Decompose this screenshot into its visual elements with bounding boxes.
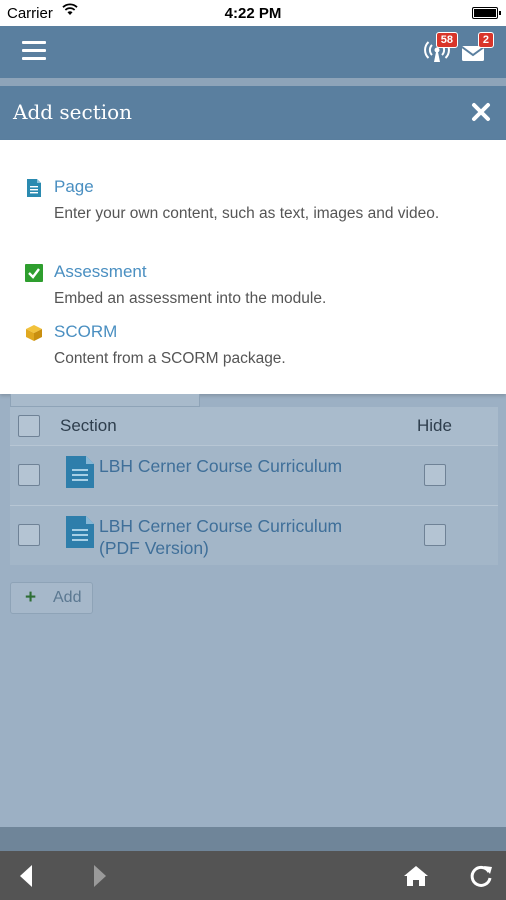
add-button-label: Add bbox=[53, 589, 82, 606]
plus-icon: + bbox=[25, 587, 37, 608]
option-page-description: Enter your own content, such as text, im… bbox=[54, 205, 440, 222]
forward-arrow-icon[interactable] bbox=[84, 861, 114, 891]
sections-table: Section Hide LBH Cerner Course Curriculu… bbox=[10, 407, 498, 565]
row-hide-checkbox[interactable] bbox=[424, 524, 446, 546]
row-hide-checkbox[interactable] bbox=[424, 464, 446, 486]
table-header: Section Hide bbox=[10, 407, 498, 445]
home-icon[interactable] bbox=[401, 861, 431, 891]
table-row: LBH Cerner Course Curriculum bbox=[10, 445, 498, 505]
add-section-button[interactable]: + Add bbox=[10, 582, 93, 614]
notifications-button[interactable]: 58 bbox=[424, 32, 458, 66]
battery-icon bbox=[472, 7, 501, 19]
option-scorm-title[interactable]: SCORM bbox=[54, 322, 117, 342]
add-section-modal: Page Enter your own content, such as tex… bbox=[0, 140, 506, 394]
document-icon bbox=[66, 516, 94, 548]
option-assessment-title[interactable]: Assessment bbox=[54, 262, 147, 282]
document-icon bbox=[66, 456, 94, 488]
option-assessment-description: Embed an assessment into the module. bbox=[54, 290, 327, 307]
row-section-title[interactable]: LBH Cerner Course Curriculum (PDF Versio… bbox=[99, 515, 359, 559]
option-scorm-description: Content from a SCORM package. bbox=[54, 350, 286, 367]
column-header-section: Section bbox=[60, 416, 117, 435]
back-arrow-icon[interactable] bbox=[12, 861, 42, 891]
table-row: LBH Cerner Course Curriculum (PDF Versio… bbox=[10, 505, 498, 565]
row-section-title[interactable]: LBH Cerner Course Curriculum bbox=[99, 455, 359, 477]
package-icon bbox=[26, 325, 42, 341]
page-icon bbox=[27, 179, 41, 197]
footer-strip bbox=[0, 827, 506, 851]
modal-header: Add section bbox=[0, 86, 506, 140]
app-header: 58 2 bbox=[0, 26, 506, 78]
status-bar: Carrier 4:22 PM bbox=[0, 0, 506, 26]
header-divider bbox=[0, 78, 506, 86]
section-toolbar bbox=[10, 394, 200, 407]
row-select-checkbox[interactable] bbox=[18, 464, 40, 486]
messages-button[interactable]: 2 bbox=[460, 32, 494, 66]
messages-badge: 2 bbox=[477, 32, 494, 48]
browser-toolbar bbox=[0, 851, 506, 900]
hamburger-menu-icon[interactable] bbox=[22, 41, 46, 61]
select-all-checkbox[interactable] bbox=[18, 415, 40, 437]
row-select-checkbox[interactable] bbox=[18, 524, 40, 546]
close-icon[interactable] bbox=[470, 101, 492, 123]
option-page-title[interactable]: Page bbox=[54, 177, 94, 197]
notifications-badge: 58 bbox=[435, 32, 458, 48]
refresh-icon[interactable] bbox=[466, 861, 496, 891]
column-header-hide: Hide bbox=[417, 416, 452, 435]
modal-title: Add section bbox=[13, 100, 133, 124]
checkbox-icon bbox=[25, 264, 43, 282]
status-time: 4:22 PM bbox=[224, 5, 282, 22]
